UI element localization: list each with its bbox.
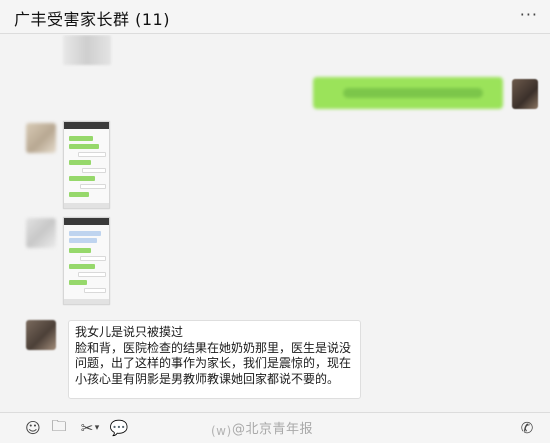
chat-history-icon[interactable]: 💬 bbox=[108, 417, 130, 439]
thumb-inputbar bbox=[64, 299, 109, 304]
message-line: 问题，出了这样的事作为家长，我们是震惊的，现在 bbox=[75, 356, 352, 370]
screenshot-image-message[interactable] bbox=[63, 217, 110, 305]
emoji-icon[interactable]: ☺ bbox=[22, 417, 44, 439]
sender-avatar[interactable] bbox=[26, 218, 56, 248]
thumb-titlebar bbox=[64, 122, 109, 129]
chat-title: 广丰受害家长群 (11) bbox=[14, 10, 170, 29]
chat-messages-area[interactable]: 我女儿是说只被摸过 脸和背，医院检查的结果在她奶奶那里，医生是说没 问题，出了这… bbox=[0, 35, 550, 411]
folder-icon[interactable]: 🗀 bbox=[48, 417, 70, 439]
chevron-down-icon[interactable]: ▾ bbox=[92, 417, 102, 439]
outgoing-message-bubble-blurred[interactable] bbox=[313, 77, 503, 109]
watermark: (w)@北京青年报 bbox=[211, 418, 313, 438]
phone-call-icon[interactable]: ✆ bbox=[516, 417, 538, 439]
sender-avatar[interactable] bbox=[26, 320, 56, 350]
message-line: 脸和背，医院检查的结果在她奶奶那里，医生是说没 bbox=[75, 340, 352, 355]
screenshot-image-message[interactable] bbox=[63, 121, 110, 209]
thumb-inputbar bbox=[64, 203, 109, 208]
thumb-titlebar bbox=[64, 218, 109, 225]
message-line: 我女儿是说只被摸过 bbox=[75, 325, 184, 339]
message-line: 小孩心里有阴影是男教师教课她回家都说不要的。 bbox=[75, 371, 340, 386]
input-toolbar: ☺ 🗀 ✂ ▾ 💬 (w)@北京青年报 ✆ bbox=[0, 412, 550, 443]
weibo-logo-icon: (w) bbox=[211, 424, 232, 438]
incoming-text-message[interactable]: 我女儿是说只被摸过 脸和背，医院检查的结果在她奶奶那里，医生是说没 问题，出了这… bbox=[68, 320, 361, 399]
chat-header: 广丰受害家长群 (11) ··· bbox=[0, 0, 550, 34]
more-options-button[interactable]: ··· bbox=[520, 5, 538, 24]
my-avatar[interactable] bbox=[512, 79, 538, 109]
blurred-text bbox=[343, 88, 483, 98]
sender-avatar[interactable] bbox=[26, 123, 56, 153]
blurred-image-message[interactable] bbox=[63, 35, 111, 65]
watermark-text: @北京青年报 bbox=[232, 422, 314, 437]
